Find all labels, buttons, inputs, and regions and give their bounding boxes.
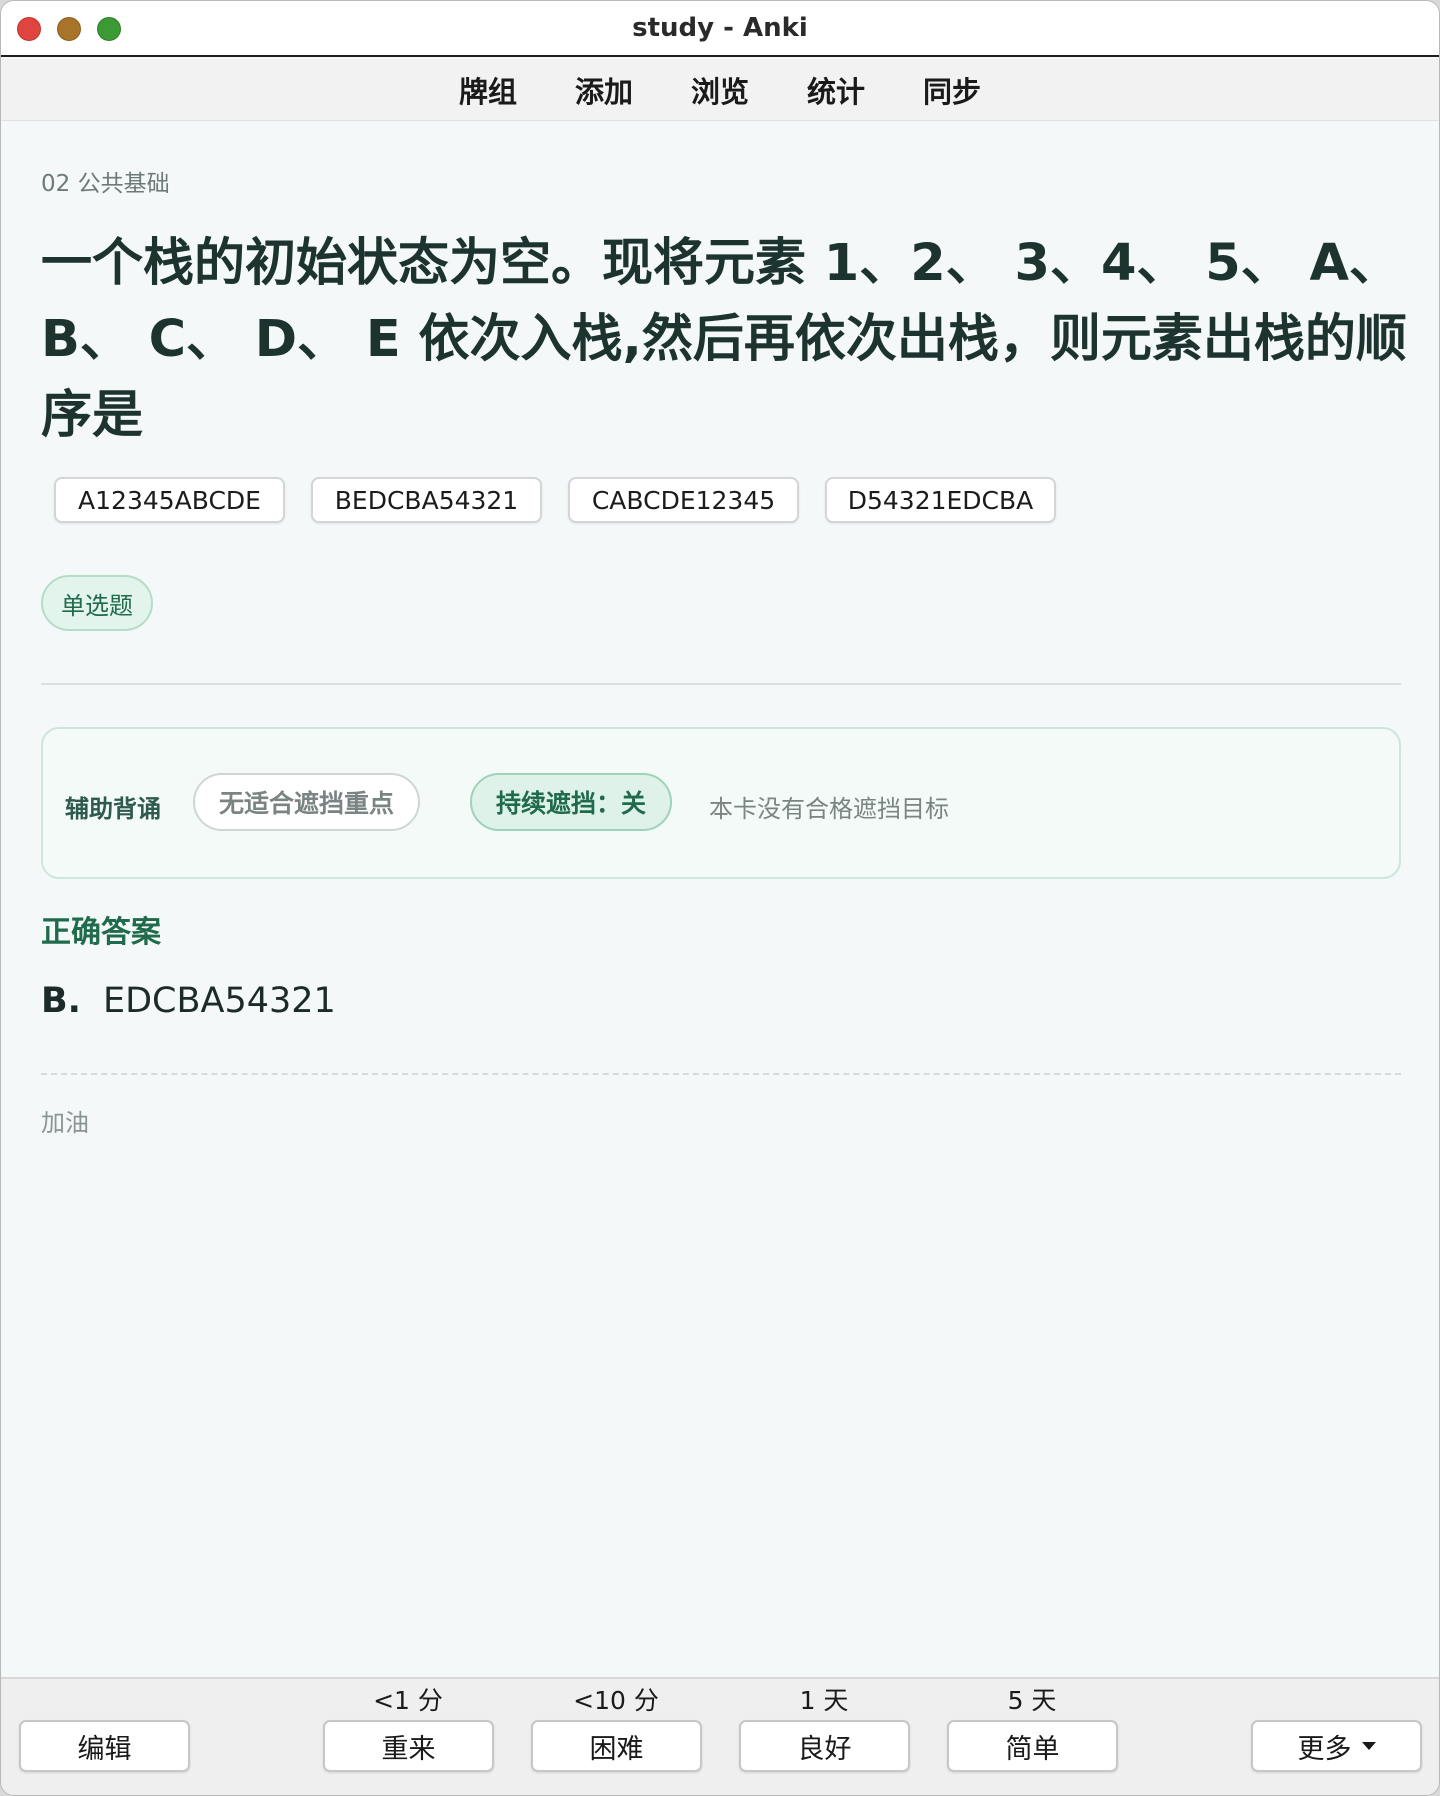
more-label: 更多 xyxy=(1297,1733,1352,1765)
menu-decks[interactable]: 牌组 xyxy=(459,69,517,111)
assist-label: 辅助背诵 xyxy=(65,795,161,823)
again-interval: <1 分 xyxy=(373,1686,443,1715)
bottom-bar: 编辑 <1 分 重来 <10 分 困难 1 天 良好 5 天 简单 更多 xyxy=(1,1677,1439,1795)
correct-answer: B. EDCBA54321 xyxy=(41,981,336,1021)
hard-button[interactable]: 困难 xyxy=(531,1720,702,1772)
caret-down-icon xyxy=(1361,1742,1376,1750)
good-interval: 1 天 xyxy=(799,1686,849,1715)
question-line: B、 C、 D、 E 依次入栈,然后再依次出栈，则元素出栈的顺 xyxy=(41,310,1407,369)
question-line: 序是 xyxy=(41,386,144,445)
edit-button[interactable]: 编辑 xyxy=(19,1720,190,1772)
assist-panel: 辅助背诵 无适合遮挡重点 持续遮挡：关 本卡没有合格遮挡目标 xyxy=(41,727,1401,879)
more-button[interactable]: 更多 xyxy=(1251,1720,1422,1772)
anki-window: study - Anki 牌组 添加 浏览 统计 同步 02 公共基础 一个栈的… xyxy=(0,0,1440,1796)
question-text: 一个栈的初始状态为空。现将元素 1、2、 3、4、 5、 A、 B、 C、 D、… xyxy=(41,226,1411,454)
option-b[interactable]: BEDCBA54321 xyxy=(311,477,542,523)
option-d[interactable]: D54321EDCBA xyxy=(825,477,1056,523)
assist-note: 本卡没有合格遮挡目标 xyxy=(709,795,949,823)
menu-stats[interactable]: 统计 xyxy=(807,69,865,111)
easy-interval: 5 天 xyxy=(1007,1686,1057,1715)
menu-browse[interactable]: 浏览 xyxy=(691,69,749,111)
question-line: 一个栈的初始状态为空。现将元素 1、2、 3、4、 5、 A、 xyxy=(41,234,1400,293)
answer-heading: 正确答案 xyxy=(41,915,161,950)
again-button[interactable]: 重来 xyxy=(323,1720,494,1772)
option-c[interactable]: CABCDE12345 xyxy=(568,477,799,523)
answer-text: EDCBA54321 xyxy=(102,981,336,1021)
window-title: study - Anki xyxy=(632,13,808,43)
hard-interval: <10 分 xyxy=(573,1686,659,1715)
persistent-mask-toggle[interactable]: 持续遮挡：关 xyxy=(470,773,673,831)
divider xyxy=(41,683,1401,685)
mask-key-points-button[interactable]: 无适合遮挡重点 xyxy=(193,773,421,831)
option-a[interactable]: A12345ABCDE xyxy=(54,477,285,523)
question-type-badge: 单选题 xyxy=(41,575,153,631)
answer-letter: B. xyxy=(41,981,81,1021)
deck-name: 02 公共基础 xyxy=(41,171,170,197)
dashed-divider xyxy=(41,1073,1401,1075)
extra-note: 加油 xyxy=(41,1109,89,1137)
menu-sync[interactable]: 同步 xyxy=(923,69,981,111)
good-button[interactable]: 良好 xyxy=(739,1720,910,1772)
title-bar: study - Anki xyxy=(1,1,1439,57)
menu-add[interactable]: 添加 xyxy=(575,69,633,111)
top-menu: 牌组 添加 浏览 统计 同步 xyxy=(1,59,1439,121)
option-list: A12345ABCDE BEDCBA54321 CABCDE12345 D543… xyxy=(54,477,1056,523)
easy-button[interactable]: 简单 xyxy=(947,1720,1118,1772)
